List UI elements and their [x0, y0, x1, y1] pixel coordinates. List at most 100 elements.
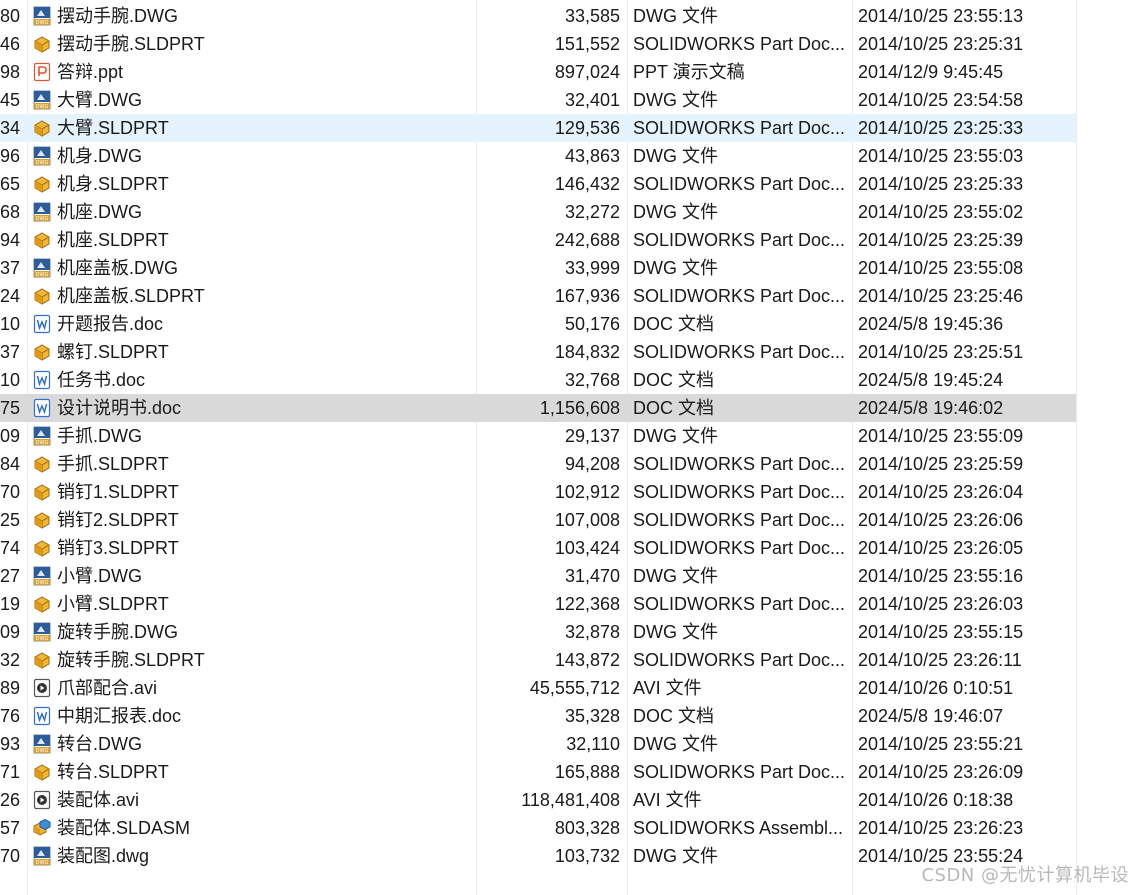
svg-text:DWG: DWG	[36, 104, 49, 110]
svg-text:DWG: DWG	[36, 860, 49, 866]
file-name: 手抓.SLDPRT	[57, 454, 169, 474]
file-size: 103,732	[554, 846, 620, 866]
file-date: 2014/10/25 23:26:04	[858, 482, 1024, 502]
file-id: 57	[0, 818, 20, 838]
file-name: 转台.SLDPRT	[57, 762, 169, 782]
file-size: 29,137	[564, 426, 620, 446]
file-type: SOLIDWORKS Part Doc...	[633, 342, 846, 362]
file-row[interactable]: 26 装配体.avi 118,481,408 AVI 文件 2014/10/26…	[0, 786, 1076, 814]
sldprt-file-icon	[32, 762, 52, 782]
file-list: 80 DWG 摆动手腕.DWG 33,585 DWG 文件 2014/10/25…	[0, 0, 1135, 895]
file-date: 2014/12/9 9:45:45	[858, 62, 1004, 82]
file-row[interactable]: 32 旋转手腕.SLDPRT 143,872 SOLIDWORKS Part D…	[0, 646, 1076, 674]
file-size: 33,585	[564, 6, 620, 26]
file-id: 93	[0, 734, 20, 754]
file-size: 32,768	[564, 370, 620, 390]
ppt-file-icon	[32, 62, 52, 82]
file-row[interactable]: 09 DWG 手抓.DWG 29,137 DWG 文件 2014/10/25 2…	[0, 422, 1076, 450]
file-row[interactable]: 46 摆动手腕.SLDPRT 151,552 SOLIDWORKS Part D…	[0, 30, 1076, 58]
sldprt-file-icon	[32, 34, 52, 54]
file-row[interactable]: 98 答辩.ppt 897,024 PPT 演示文稿 2014/12/9 9:4…	[0, 58, 1076, 86]
file-date: 2014/10/25 23:25:33	[858, 174, 1024, 194]
file-row[interactable]: 57 装配体.SLDASM 803,328 SOLIDWORKS Assembl…	[0, 814, 1076, 842]
sldprt-file-icon	[32, 510, 52, 530]
file-size: 94,208	[564, 454, 620, 474]
sldprt-file-icon	[32, 538, 52, 558]
file-row[interactable]: 68 DWG 机座.DWG 32,272 DWG 文件 2014/10/25 2…	[0, 198, 1076, 226]
dwg-file-icon: DWG	[32, 846, 52, 866]
file-row[interactable]: 70 销钉1.SLDPRT 102,912 SOLIDWORKS Part Do…	[0, 478, 1076, 506]
file-row[interactable]: 25 销钉2.SLDPRT 107,008 SOLIDWORKS Part Do…	[0, 506, 1076, 534]
watermark: CSDN @无忧计算机毕设	[921, 865, 1129, 886]
file-name: 机座.DWG	[57, 202, 142, 222]
file-size: 167,936	[554, 286, 620, 306]
file-type: AVI 文件	[633, 678, 702, 698]
column-separator[interactable]	[1076, 0, 1077, 895]
dwg-file-icon: DWG	[32, 566, 52, 586]
file-type: DWG 文件	[633, 846, 718, 866]
svg-text:DWG: DWG	[36, 440, 49, 446]
file-row[interactable]: 19 小臂.SLDPRT 122,368 SOLIDWORKS Part Doc…	[0, 590, 1076, 618]
file-row[interactable]: 37 DWG 机座盖板.DWG 33,999 DWG 文件 2014/10/25…	[0, 254, 1076, 282]
file-size: 32,110	[566, 734, 620, 754]
file-date: 2024/5/8 19:45:24	[858, 370, 1004, 390]
file-name: 大臂.SLDPRT	[57, 118, 169, 138]
file-date: 2014/10/25 23:25:59	[858, 454, 1024, 474]
file-size: 32,878	[564, 622, 620, 642]
file-type: DOC 文档	[633, 706, 714, 726]
dwg-file-icon: DWG	[32, 146, 52, 166]
file-name: 爪部配合.avi	[57, 678, 158, 698]
file-row[interactable]: 96 DWG 机身.DWG 43,863 DWG 文件 2014/10/25 2…	[0, 142, 1076, 170]
file-row[interactable]: 70 DWG 装配图.dwg 103,732 DWG 文件 2014/10/25…	[0, 842, 1076, 870]
file-row[interactable]: 65 机身.SLDPRT 146,432 SOLIDWORKS Part Doc…	[0, 170, 1076, 198]
file-name: 任务书.doc	[57, 370, 146, 390]
doc-file-icon	[32, 314, 52, 334]
file-size: 118,481,408	[521, 790, 620, 810]
file-row[interactable]: 80 DWG 摆动手腕.DWG 33,585 DWG 文件 2014/10/25…	[0, 2, 1076, 30]
file-row[interactable]: 10 开题报告.doc 50,176 DOC 文档 2024/5/8 19:45…	[0, 310, 1076, 338]
file-row[interactable]: 34 大臂.SLDPRT 129,536 SOLIDWORKS Part Doc…	[0, 114, 1076, 142]
file-type: SOLIDWORKS Part Doc...	[633, 482, 846, 502]
file-row[interactable]: 37 螺钉.SLDPRT 184,832 SOLIDWORKS Part Doc…	[0, 338, 1076, 366]
file-type: SOLIDWORKS Part Doc...	[633, 454, 846, 474]
file-id: 10	[0, 314, 20, 334]
file-date: 2014/10/25 23:55:13	[858, 6, 1024, 26]
file-id: 80	[0, 6, 20, 26]
file-row[interactable]: 71 转台.SLDPRT 165,888 SOLIDWORKS Part Doc…	[0, 758, 1076, 786]
file-date: 2014/10/25 23:55:16	[858, 566, 1024, 586]
file-id: 96	[0, 146, 20, 166]
file-row[interactable]: 93 DWG 转台.DWG 32,110 DWG 文件 2014/10/25 2…	[0, 730, 1076, 758]
file-date: 2014/10/25 23:26:11	[858, 650, 1022, 670]
file-row[interactable]: 74 销钉3.SLDPRT 103,424 SOLIDWORKS Part Do…	[0, 534, 1076, 562]
file-id: 84	[0, 454, 20, 474]
file-name: 旋转手腕.SLDPRT	[57, 650, 205, 670]
file-date: 2014/10/25 23:26:09	[858, 762, 1024, 782]
file-name: 摆动手腕.SLDPRT	[57, 34, 205, 54]
svg-text:DWG: DWG	[36, 20, 49, 26]
file-row[interactable]: 24 机座盖板.SLDPRT 167,936 SOLIDWORKS Part D…	[0, 282, 1076, 310]
file-name: 小臂.SLDPRT	[57, 594, 169, 614]
file-id: 09	[0, 622, 20, 642]
file-row[interactable]: 89 爪部配合.avi 45,555,712 AVI 文件 2014/10/26…	[0, 674, 1076, 702]
file-row[interactable]: 27 DWG 小臂.DWG 31,470 DWG 文件 2014/10/25 2…	[0, 562, 1076, 590]
file-row[interactable]: 94 机座.SLDPRT 242,688 SOLIDWORKS Part Doc…	[0, 226, 1076, 254]
file-id: 19	[0, 594, 20, 614]
file-row[interactable]: 10 任务书.doc 32,768 DOC 文档 2024/5/8 19:45:…	[0, 366, 1076, 394]
file-row[interactable]: 84 手抓.SLDPRT 94,208 SOLIDWORKS Part Doc.…	[0, 450, 1076, 478]
file-name: 答辩.ppt	[57, 62, 124, 82]
file-name: 摆动手腕.DWG	[57, 6, 178, 26]
file-row[interactable]: 76 中期汇报表.doc 35,328 DOC 文档 2024/5/8 19:4…	[0, 702, 1076, 730]
file-date: 2024/5/8 19:45:36	[858, 314, 1004, 334]
file-row[interactable]: 09 DWG 旋转手腕.DWG 32,878 DWG 文件 2014/10/25…	[0, 618, 1076, 646]
file-date: 2014/10/25 23:25:33	[858, 118, 1024, 138]
file-row[interactable]: 75 设计说明书.doc 1,156,608 DOC 文档 2024/5/8 1…	[0, 394, 1076, 422]
file-row[interactable]: 45 DWG 大臂.DWG 32,401 DWG 文件 2014/10/25 2…	[0, 86, 1076, 114]
doc-file-icon	[32, 398, 52, 418]
file-name: 机身.SLDPRT	[57, 174, 169, 194]
file-name: 机座盖板.SLDPRT	[57, 286, 205, 306]
file-id: 37	[0, 342, 20, 362]
file-id: 10	[0, 370, 20, 390]
svg-text:DWG: DWG	[36, 636, 49, 642]
file-id: 45	[0, 90, 20, 110]
file-id: 26	[0, 790, 20, 810]
